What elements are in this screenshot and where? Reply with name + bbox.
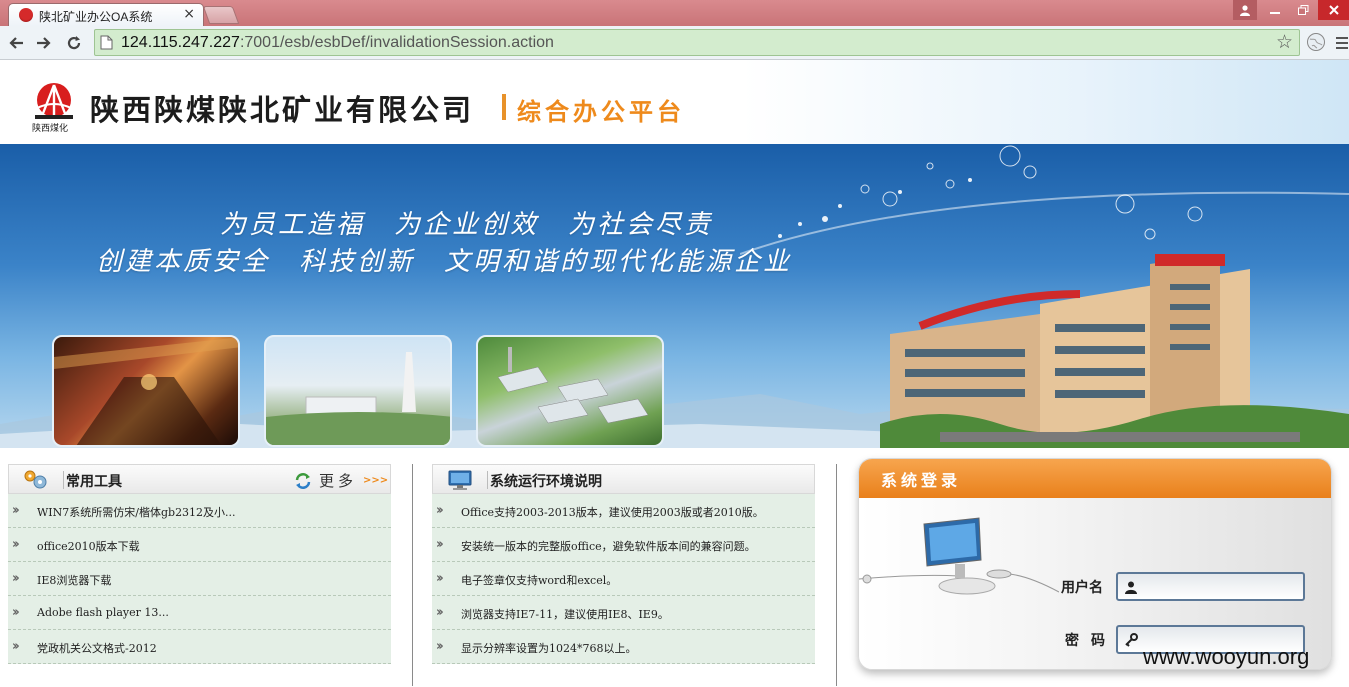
- browser-tab[interactable]: 陕北矿业办公OA系统 ×: [8, 3, 204, 26]
- column-divider: [412, 464, 413, 686]
- env-panel-header: 系统运行环境说明: [432, 464, 815, 494]
- maximize-button[interactable]: [1289, 0, 1317, 20]
- login-header: 系统登录: [859, 459, 1331, 498]
- menu-icon[interactable]: [1336, 35, 1348, 54]
- double-chevron-icon: ››: [12, 639, 20, 654]
- double-chevron-icon: ››: [436, 537, 444, 552]
- list-item: ›› 电子签章仅支持word和excel。: [432, 562, 815, 596]
- person-icon: [1124, 579, 1138, 598]
- tools-list: ›› WIN7系统所需仿宋/楷体gb2312及小... ›› office2010版…: [8, 494, 391, 664]
- double-chevron-icon: ››: [12, 605, 20, 620]
- list-item: ›› 显示分辨率设置为1024*768以上。: [432, 630, 815, 664]
- address-bar[interactable]: 124.115.247.227:7001/esb/esbDef/invalida…: [94, 29, 1300, 56]
- list-item[interactable]: ›› IE8浏览器下载: [8, 562, 391, 596]
- company-name: 陕西陕煤陕北矿业有限公司: [90, 93, 475, 127]
- env-list: ›› Office支持2003-2013版本，建议使用2003版或者2010版。 …: [432, 494, 815, 664]
- env-note: 安装统一版本的完整版office，避免软件版本间的兼容问题。: [461, 540, 756, 553]
- back-button[interactable]: [4, 31, 28, 55]
- password-label: 密码: [1065, 633, 1117, 649]
- logo-caption: 陕西煤化: [32, 124, 69, 134]
- new-tab-button[interactable]: [202, 6, 240, 24]
- company-logo-icon: [35, 83, 73, 119]
- office-building-photo: [880, 254, 1349, 448]
- site-header: 陕西煤化 陕西陕煤陕北矿业有限公司 综合办公平台: [0, 60, 1349, 144]
- tools-panel-header: 常用工具 更多 >>>: [8, 464, 391, 494]
- tab-title: 陕北矿业办公OA系统: [39, 10, 153, 24]
- panel-header-separator: [487, 471, 488, 489]
- env-note: Office支持2003-2013版本，建议使用2003版或者2010版。: [461, 506, 764, 519]
- env-note: 电子签章仅支持word和excel。: [461, 574, 618, 587]
- login-title: 系统登录: [881, 471, 962, 490]
- username-field[interactable]: [1116, 572, 1305, 601]
- double-chevron-icon: ››: [12, 537, 20, 552]
- list-item: ›› 浏览器支持IE7-11，建议使用IE8、IE9。: [432, 596, 815, 630]
- tool-link[interactable]: IE8浏览器下载: [37, 572, 111, 588]
- user-icon[interactable]: [1233, 0, 1257, 20]
- tools-icon: [23, 469, 49, 495]
- close-window-button[interactable]: [1318, 0, 1349, 20]
- browser-titlebar: 陕北矿业办公OA系统 ×: [0, 0, 1349, 26]
- list-item: ›› 安装统一版本的完整版office，避免软件版本间的兼容问题。: [432, 528, 815, 562]
- username-input[interactable]: [1144, 577, 1299, 596]
- double-chevron-icon: ››: [436, 639, 444, 654]
- double-chevron-icon: ››: [436, 605, 444, 620]
- tool-link[interactable]: 党政机关公文格式-2012: [37, 640, 157, 656]
- list-item[interactable]: ›› office2010版本下载: [8, 528, 391, 562]
- env-note: 显示分辨率设置为1024*768以上。: [461, 642, 637, 655]
- panel-header-separator: [63, 471, 64, 489]
- refresh-icon: [295, 472, 311, 489]
- login-panel: 系统登录 用户名 密码 登录: [858, 458, 1332, 670]
- tool-link[interactable]: office2010版本下载: [37, 538, 140, 554]
- more-label: 更多: [319, 472, 358, 490]
- more-link[interactable]: 更多 >>>: [293, 470, 388, 491]
- industrial-park-photo: [476, 335, 664, 447]
- page-icon: [100, 35, 113, 54]
- slogan-line-2: 创建本质安全 科技创新 文明和谐的现代化能源企业: [96, 247, 793, 277]
- more-arrows: >>>: [363, 475, 389, 486]
- username-label: 用户名: [1061, 580, 1103, 596]
- tab-close-icon[interactable]: ×: [183, 6, 195, 22]
- platform-name: 综合办公平台: [517, 97, 685, 126]
- bookmark-star-icon[interactable]: ☆: [1276, 31, 1293, 53]
- globe-icon[interactable]: [1306, 32, 1326, 56]
- monument-photo: [264, 335, 452, 447]
- key-icon: [1124, 632, 1138, 651]
- list-item: ›› Office支持2003-2013版本，建议使用2003版或者2010版。: [432, 494, 815, 528]
- minimize-button[interactable]: [1262, 0, 1288, 20]
- list-item[interactable]: ›› Adobe flash player 13...: [8, 596, 391, 630]
- favicon-icon: [19, 8, 33, 22]
- tool-link[interactable]: Adobe flash player 13...: [37, 606, 169, 619]
- double-chevron-icon: ››: [12, 571, 20, 586]
- page-content: 陕西煤化 陕西陕煤陕北矿业有限公司 综合办公平台 为员工造福 为企业创效 为社会…: [0, 60, 1349, 687]
- double-chevron-icon: ››: [436, 571, 444, 586]
- double-chevron-icon: ››: [436, 503, 444, 518]
- computer-illustration-icon: [859, 517, 1059, 595]
- url-text: 124.115.247.227:7001/esb/esbDef/invalida…: [121, 34, 554, 51]
- hero-banner: 为员工造福 为企业创效 为社会尽责 创建本质安全 科技创新 文明和谐的现代化能源…: [0, 144, 1349, 448]
- reload-button[interactable]: [62, 31, 86, 55]
- slogan-line-1: 为员工造福 为企业创效 为社会尽责: [220, 210, 714, 240]
- forward-button[interactable]: [32, 31, 56, 55]
- tools-panel-title: 常用工具: [66, 474, 122, 490]
- tool-link[interactable]: WIN7系统所需仿宋/楷体gb2312及小...: [37, 504, 236, 520]
- header-divider: [502, 94, 506, 120]
- env-note: 浏览器支持IE7-11，建议使用IE8、IE9。: [461, 608, 669, 621]
- watermark-text: www.wooyun.org: [1143, 644, 1310, 669]
- list-item[interactable]: ›› 党政机关公文格式-2012: [8, 630, 391, 664]
- list-item[interactable]: ›› WIN7系统所需仿宋/楷体gb2312及小...: [8, 494, 391, 528]
- mine-tunnel-photo: [52, 335, 240, 447]
- env-panel-title: 系统运行环境说明: [490, 474, 602, 490]
- column-divider: [836, 464, 837, 686]
- browser-toolbar: 124.115.247.227:7001/esb/esbDef/invalida…: [0, 26, 1349, 60]
- monitor-icon: [447, 469, 473, 495]
- double-chevron-icon: ››: [12, 503, 20, 518]
